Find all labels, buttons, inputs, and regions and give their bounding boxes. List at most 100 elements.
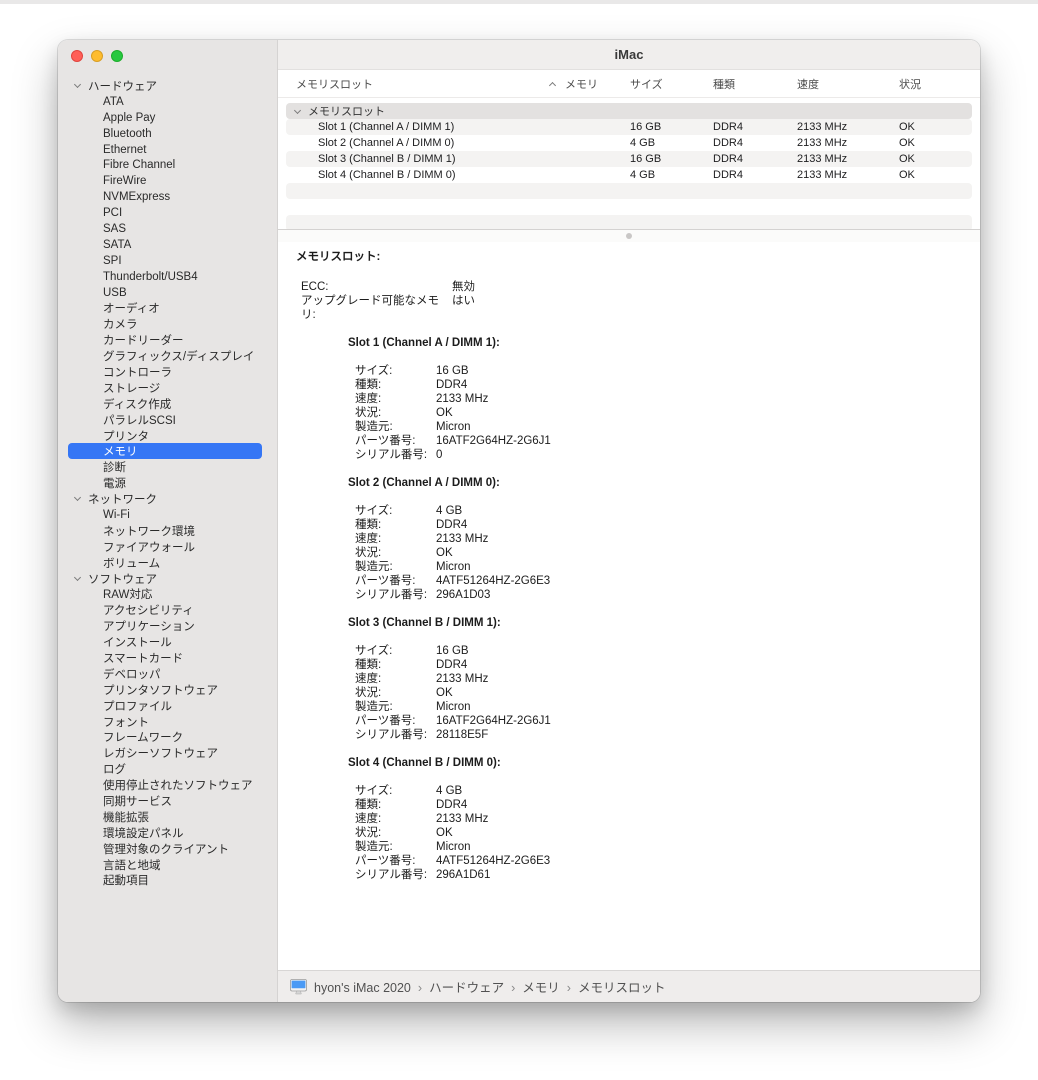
table-row[interactable]: Slot 3 (Channel B / DIMM 1)16 GBDDR42133… <box>286 151 972 167</box>
detail-field-value: Micron <box>436 420 471 434</box>
detail-field-label: サイズ: <box>355 784 436 798</box>
sidebar-item-group[interactable]: ネットワーク <box>58 491 277 507</box>
column-header[interactable]: 速度 <box>797 76 899 92</box>
sidebar-item-category[interactable]: ログ <box>58 761 277 777</box>
detail-field: ECC:無効 <box>301 280 980 294</box>
detail-field: 製造元:Micron <box>355 560 980 574</box>
sidebar-item-category[interactable]: レガシーソフトウェア <box>58 745 277 761</box>
sidebar-item-category[interactable]: 起動項目 <box>58 873 277 889</box>
column-header[interactable]: 状況 <box>899 76 972 92</box>
window-title: iMac <box>615 47 644 62</box>
sidebar-item-category[interactable]: カードリーダー <box>58 332 277 348</box>
sidebar-item-label: ソフトウェア <box>88 571 157 587</box>
sidebar-item-category[interactable]: SAS <box>58 221 277 237</box>
chevron-down-icon[interactable] <box>74 81 81 88</box>
sidebar-item-category[interactable]: ボリューム <box>58 555 277 571</box>
cell-status: OK <box>899 153 972 165</box>
detail-field-label: シリアル番号: <box>355 448 436 462</box>
table-row[interactable]: Slot 1 (Channel A / DIMM 1)16 GBDDR42133… <box>286 119 972 135</box>
chevron-down-icon[interactable] <box>74 494 81 501</box>
zoom-window-button[interactable] <box>111 50 123 62</box>
detail-field-label: シリアル番号: <box>355 868 436 882</box>
column-header[interactable]: サイズ <box>630 76 713 92</box>
sidebar-item-category[interactable]: コントローラ <box>58 364 277 380</box>
detail-field: 状況:OK <box>355 686 980 700</box>
close-window-button[interactable] <box>71 50 83 62</box>
sort-ascending-icon <box>549 81 556 88</box>
sidebar-item-category[interactable]: パラレルSCSI <box>58 412 277 428</box>
sidebar-item-category[interactable]: グラフィックス/ディスプレイ <box>58 348 277 364</box>
sidebar-item-category[interactable]: Wi-Fi <box>58 507 277 523</box>
sidebar-item-category[interactable]: ディスク作成 <box>58 396 277 412</box>
sidebar-item-category[interactable]: SPI <box>58 253 277 269</box>
sidebar-item-category[interactable]: 機能拡張 <box>58 809 277 825</box>
sidebar-item-label: 環境設定パネル <box>103 825 184 841</box>
table-row[interactable]: Slot 4 (Channel B / DIMM 0)4 GBDDR42133 … <box>286 167 972 183</box>
sidebar-item-category[interactable]: ファイアウォール <box>58 539 277 555</box>
table-row[interactable]: Slot 2 (Channel A / DIMM 0)4 GBDDR42133 … <box>286 135 972 151</box>
sidebar-item-category[interactable]: スマートカード <box>58 650 277 666</box>
sidebar-item-category[interactable]: アプリケーション <box>58 618 277 634</box>
sidebar-item-category[interactable]: 同期サービス <box>58 793 277 809</box>
column-header[interactable]: メモリスロット <box>286 76 565 92</box>
sidebar-item-category[interactable]: ストレージ <box>58 380 277 396</box>
sidebar-item-category[interactable]: 管理対象のクライアント <box>58 841 277 857</box>
detail-field-label: 製造元: <box>355 700 436 714</box>
sidebar-item-group[interactable]: ハードウェア <box>58 78 277 94</box>
slot-section: Slot 1 (Channel A / DIMM 1):サイズ:16 GB種類:… <box>296 336 980 462</box>
chevron-down-icon[interactable] <box>74 574 81 581</box>
detail-field: 製造元:Micron <box>355 420 980 434</box>
sidebar-item-category[interactable]: SATA <box>58 237 277 253</box>
sidebar-item-category[interactable]: Ethernet <box>58 142 277 158</box>
table-group-row[interactable]: メモリスロット <box>286 103 972 119</box>
sidebar-item-category[interactable]: NVMExpress <box>58 189 277 205</box>
detail-field-label: サイズ: <box>355 504 436 518</box>
sidebar-item-category[interactable]: USB <box>58 285 277 301</box>
sidebar-item-category[interactable]: デベロッパ <box>58 666 277 682</box>
sidebar-item-group[interactable]: ソフトウェア <box>58 571 277 587</box>
minimize-window-button[interactable] <box>91 50 103 62</box>
detail-field-value: 16ATF2G64HZ-2G6J1 <box>436 714 551 728</box>
column-header[interactable]: 種類 <box>713 76 797 92</box>
detail-field-value: OK <box>436 546 453 560</box>
sidebar-item-category[interactable]: プリンタ <box>58 428 277 444</box>
sidebar-item-category[interactable]: 使用停止されたソフトウェア <box>58 777 277 793</box>
detail-field: パーツ番号:4ATF51264HZ-2G6E3 <box>355 574 980 588</box>
sidebar-item-category[interactable]: 環境設定パネル <box>58 825 277 841</box>
sidebar-item-category[interactable]: プリンタソフトウェア <box>58 682 277 698</box>
sidebar-item-category[interactable]: 言語と地域 <box>58 857 277 873</box>
sidebar-item-category[interactable]: 診断 <box>58 459 277 475</box>
detail-field-value: 2133 MHz <box>436 532 488 546</box>
sidebar-item-category[interactable]: 電源 <box>58 475 277 491</box>
detail-field-value: 4 GB <box>436 504 462 518</box>
detail-field-value: 28118E5F <box>436 728 488 742</box>
detail-field-label: シリアル番号: <box>355 728 436 742</box>
sidebar-item-category[interactable]: ネットワーク環境 <box>58 523 277 539</box>
detail-field-value: 296A1D61 <box>436 868 490 882</box>
column-header[interactable]: メモリ <box>565 76 630 92</box>
sidebar-item-category[interactable]: Fibre Channel <box>58 157 277 173</box>
sidebar-item-label: 管理対象のクライアント <box>103 841 229 857</box>
sidebar-item-category[interactable]: PCI <box>58 205 277 221</box>
sidebar-item-category[interactable]: フレームワーク <box>58 730 277 746</box>
sidebar-item-category[interactable]: RAW対応 <box>58 587 277 603</box>
cell-type: DDR4 <box>713 169 797 181</box>
sidebar-item-category[interactable]: フォント <box>58 714 277 730</box>
detail-field: パーツ番号:16ATF2G64HZ-2G6J1 <box>355 714 980 728</box>
sidebar-item-category[interactable]: Thunderbolt/USB4 <box>58 269 277 285</box>
sidebar-item-category[interactable]: カメラ <box>58 316 277 332</box>
sidebar-item-category[interactable]: アクセシビリティ <box>58 602 277 618</box>
sidebar-item-category[interactable]: インストール <box>58 634 277 650</box>
breadcrumb-item: メモリスロット <box>578 981 666 995</box>
pane-splitter[interactable] <box>278 229 980 242</box>
sidebar-item-category[interactable]: Apple Pay <box>58 110 277 126</box>
sidebar-item-category[interactable]: ATA <box>58 94 277 110</box>
column-header-label: メモリ <box>565 79 598 91</box>
sidebar-item-label: Apple Pay <box>103 112 155 124</box>
sidebar-item-category[interactable]: Bluetooth <box>58 126 277 142</box>
sidebar-item-category[interactable]: オーディオ <box>58 300 277 316</box>
sidebar-item-category[interactable]: プロファイル <box>58 698 277 714</box>
sidebar-item-category[interactable]: FireWire <box>58 173 277 189</box>
sidebar-item-category[interactable]: メモリ <box>68 443 262 459</box>
system-information-window: ハードウェアATA Apple Pay BluetoothEthernetFibre… <box>58 40 980 1002</box>
